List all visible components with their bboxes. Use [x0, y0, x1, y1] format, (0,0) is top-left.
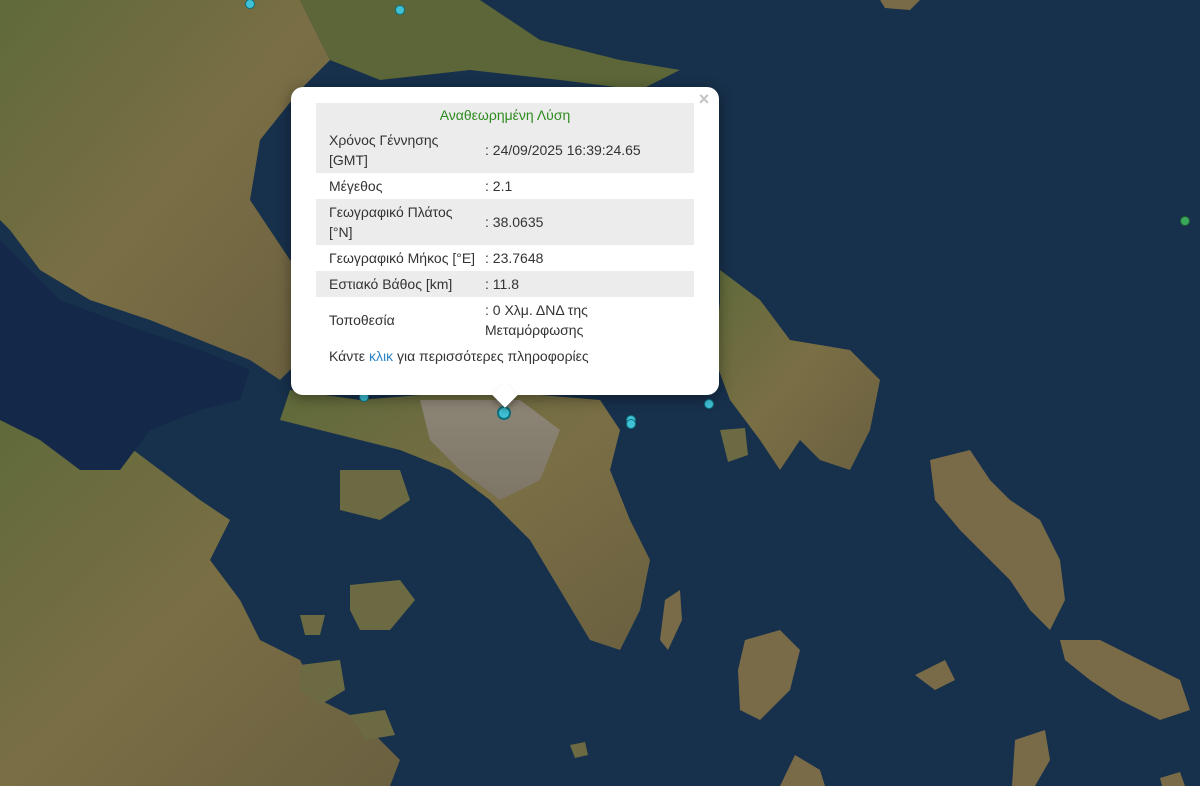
- detail-value: : 0 Χλμ. ΔΝΔ της Μεταμόρφωσης: [485, 302, 588, 338]
- earthquake-details-table: Χρόνος Γέννησης [GMT]: 24/09/2025 16:39:…: [316, 127, 694, 343]
- detail-label: Εστιακό Βάθος [km]: [316, 271, 485, 297]
- detail-label: Γεωγραφικό Πλάτος [°N]: [316, 199, 485, 245]
- detail-label: Τοποθεσία: [329, 312, 395, 328]
- detail-row: Γεωγραφικό Πλάτος [°N]: 38.0635: [316, 199, 694, 245]
- earthquake-marker[interactable]: [1180, 216, 1190, 226]
- detail-row: Τοποθεσία : 0 Χλμ. ΔΝΔ της Μεταμόρφωσης: [316, 297, 694, 343]
- more-info-line: Κάντε κλικ για περισσότερες πληροφορίες: [316, 343, 694, 366]
- popup-content: Αναθεωρημένη Λύση Χρόνος Γέννησης [GMT]:…: [316, 103, 694, 366]
- more-info-prefix: Κάντε: [329, 348, 366, 364]
- detail-row: Χρόνος Γέννησης [GMT]: 24/09/2025 16:39:…: [316, 127, 694, 173]
- earthquake-marker[interactable]: [704, 399, 714, 409]
- detail-value: : 38.0635: [485, 199, 694, 245]
- more-info-suffix: για περισσότερες πληροφορίες: [396, 348, 589, 364]
- detail-value: : 2.1: [485, 178, 513, 194]
- detail-row: Μέγεθος : 2.1: [316, 173, 694, 199]
- detail-row: Εστιακό Βάθος [km]: 11.8: [316, 271, 694, 297]
- detail-value: : 23.7648: [485, 250, 544, 266]
- detail-value: : 11.8: [485, 271, 694, 297]
- more-info-link[interactable]: κλικ: [369, 348, 393, 364]
- detail-row: Γεωγραφικό Μήκος [°E] : 23.7648: [316, 245, 694, 271]
- earthquake-marker[interactable]: [395, 5, 405, 15]
- detail-label: Χρόνος Γέννησης [GMT]: [316, 127, 485, 173]
- earthquake-marker[interactable]: [626, 419, 636, 429]
- selected-earthquake-marker[interactable]: [497, 406, 511, 420]
- detail-value: : 24/09/2025 16:39:24.65: [485, 127, 694, 173]
- detail-label: Γεωγραφικό Μήκος [°E]: [329, 250, 476, 266]
- detail-label: Μέγεθος: [329, 178, 383, 194]
- close-icon[interactable]: ×: [695, 90, 713, 108]
- earthquake-info-popup: × Αναθεωρημένη Λύση Χρόνος Γέννησης [GMT…: [291, 87, 719, 408]
- solution-status-header: Αναθεωρημένη Λύση: [316, 103, 694, 127]
